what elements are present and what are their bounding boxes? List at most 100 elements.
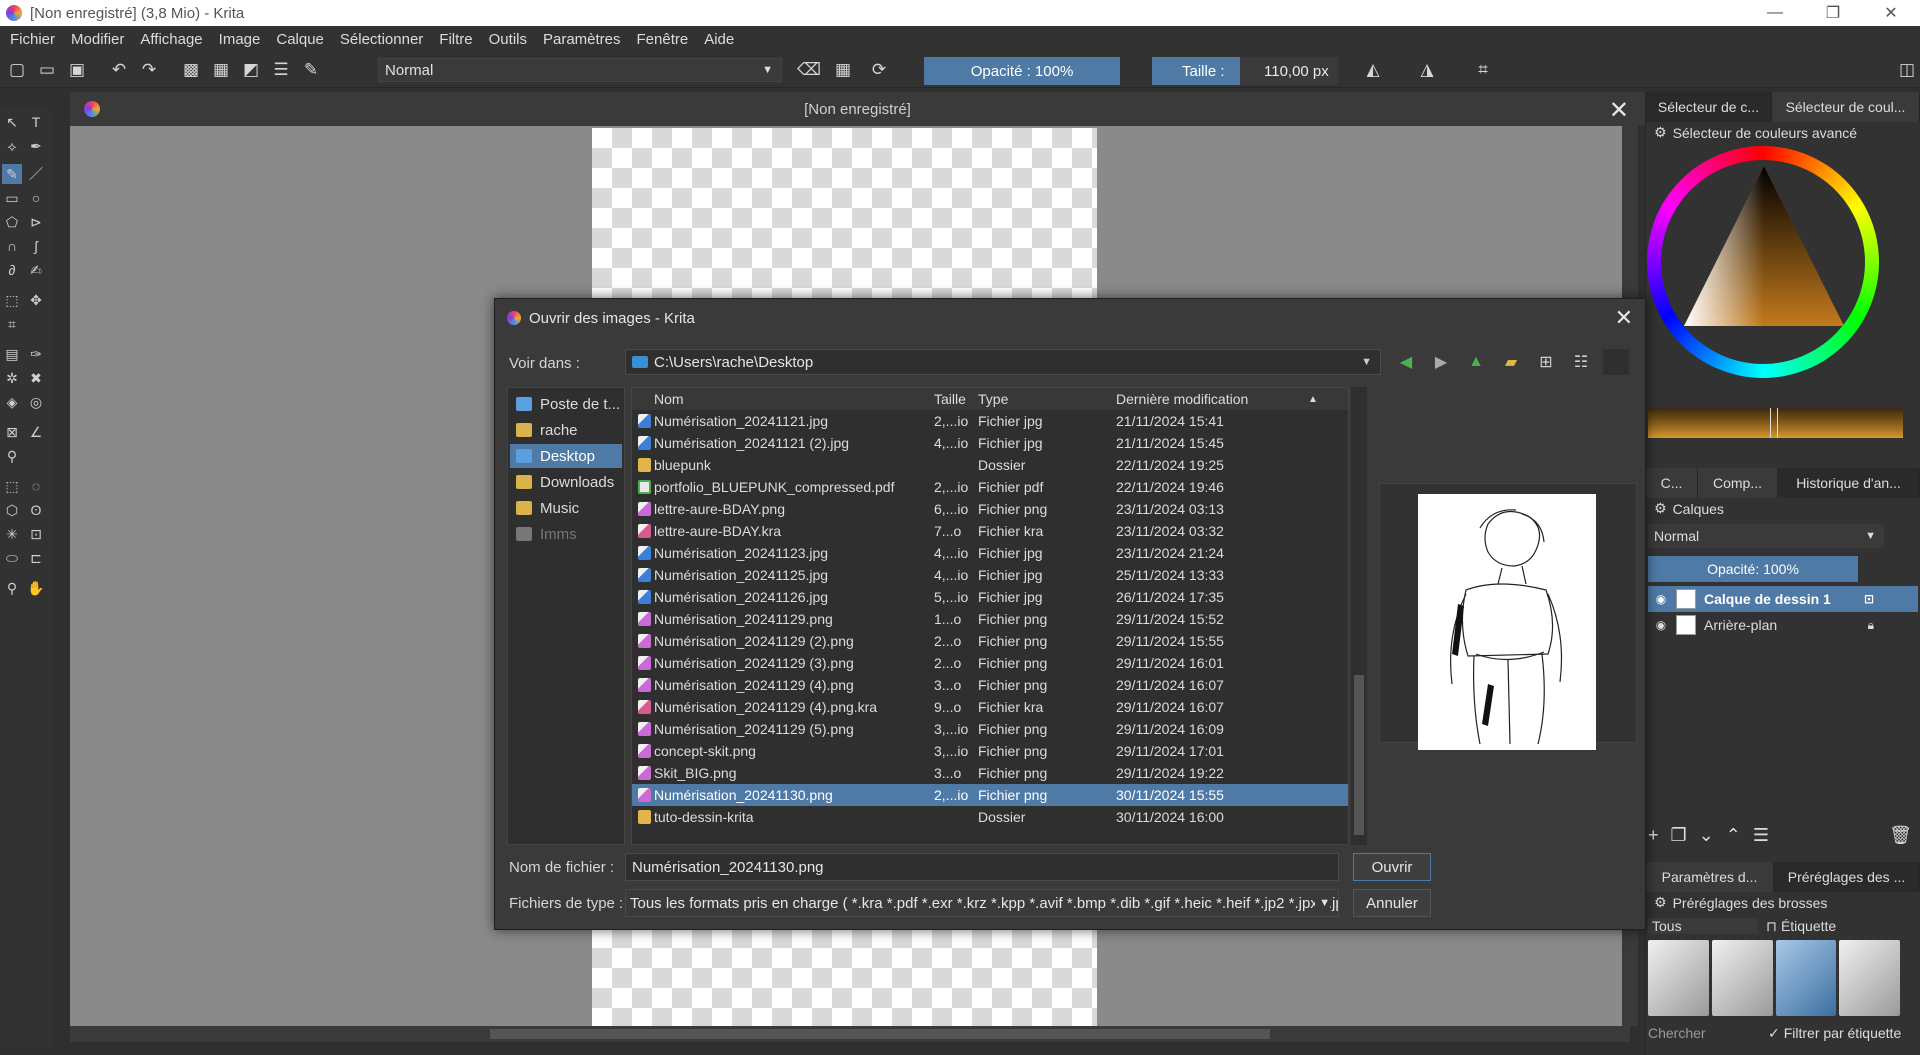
menu-outils[interactable]: Outils: [489, 31, 527, 48]
parent-folder-icon[interactable]: ▲: [1463, 349, 1489, 375]
enclose-fill-icon[interactable]: ◎: [26, 392, 46, 412]
blend-mode-select[interactable]: Normal ▼: [378, 58, 782, 82]
file-row[interactable]: bluepunk Dossier 22/11/2024 19:25: [632, 454, 1348, 476]
file-row[interactable]: Numérisation_20241121 (2).jpg 4,...io Fich…: [632, 432, 1348, 454]
freehand-brush-icon[interactable]: ✎: [2, 164, 22, 184]
menu-modifier[interactable]: Modifier: [71, 31, 124, 48]
menu-calque[interactable]: Calque: [276, 31, 324, 48]
bezier-select-icon[interactable]: ⬭: [2, 548, 22, 568]
layer-properties-icon[interactable]: ☰: [1753, 825, 1769, 846]
wrap-around-icon[interactable]: ⌗: [1470, 57, 1496, 83]
tab-brush-presets[interactable]: Préréglages des ...: [1774, 862, 1920, 892]
text-tool-icon[interactable]: T: [26, 112, 46, 132]
add-layer-icon[interactable]: +: [1648, 825, 1659, 846]
gear-icon[interactable]: ⚙: [1654, 894, 1667, 911]
menu-selectionner[interactable]: Sélectionner: [340, 31, 423, 48]
menu-parametres[interactable]: Paramètres: [543, 31, 621, 48]
cancel-button[interactable]: Annuler: [1353, 889, 1431, 917]
place-desktop[interactable]: Desktop: [510, 444, 622, 468]
file-list-scrollbar[interactable]: [1351, 387, 1367, 845]
polygon-select-icon[interactable]: ⬡: [2, 500, 22, 520]
mirror-horizontal-icon[interactable]: ◭: [1360, 57, 1386, 83]
gradient-icon[interactable]: ▩: [178, 57, 204, 83]
dynamic-brush-icon[interactable]: ∂: [2, 260, 22, 280]
document-tab[interactable]: [Non enregistré] ✕: [70, 92, 1645, 126]
brush-tag-select[interactable]: Étiquette: [1781, 918, 1836, 934]
similar-select-icon[interactable]: ⊡: [26, 524, 46, 544]
save-icon[interactable]: ▣: [64, 57, 90, 83]
undo-icon[interactable]: ↶: [106, 57, 132, 83]
smart-patch-icon[interactable]: ✖: [26, 368, 46, 388]
file-row[interactable]: Numérisation_20241129 (4).png.kra 9...o Fi…: [632, 696, 1348, 718]
brush-preset-icon[interactable]: ✎: [298, 57, 324, 83]
reference-tool-icon[interactable]: ⚲: [2, 446, 22, 466]
select-shapes-icon[interactable]: ↖: [2, 112, 22, 132]
move-layer-up-icon[interactable]: ⌃: [1726, 825, 1741, 846]
new-document-icon[interactable]: ▢: [4, 57, 30, 83]
pattern-icon[interactable]: ▦: [208, 57, 234, 83]
file-row[interactable]: tuto-dessin-krita Dossier 30/11/2024 16:00: [632, 806, 1348, 828]
brush-preset-item[interactable]: [1775, 940, 1837, 1016]
forward-arrow-icon[interactable]: ▶: [1428, 349, 1454, 375]
brush-settings-icon[interactable]: ☰: [268, 57, 294, 83]
filename-input[interactable]: [625, 853, 1339, 881]
docker-layout-icon[interactable]: ◫: [1894, 57, 1920, 83]
polygon-tool-icon[interactable]: ⬠: [2, 212, 22, 232]
place-music[interactable]: Music: [510, 496, 622, 520]
scrollbar-thumb[interactable]: [1354, 675, 1364, 835]
place-rache[interactable]: rache: [510, 418, 622, 442]
file-row[interactable]: Numérisation_20241129 (5).png 3,...io Fich…: [632, 718, 1348, 740]
file-row[interactable]: Numérisation_20241126.jpg 5,...io Fichier …: [632, 586, 1348, 608]
layer-name[interactable]: Arrière-plan: [1704, 617, 1777, 633]
detail-view-icon[interactable]: ☷: [1568, 349, 1594, 375]
menu-affichage[interactable]: Affichage: [140, 31, 202, 48]
brush-search-input[interactable]: Chercher: [1648, 1025, 1768, 1041]
move-tool-icon[interactable]: ✥: [26, 290, 46, 310]
brush-preset-item[interactable]: [1711, 940, 1773, 1016]
lock-icon[interactable]: ⊡: [1864, 592, 1874, 606]
lock-icon[interactable]: 🔒︎: [1868, 618, 1874, 633]
layer-row[interactable]: ◉ Arrière-plan 🔒︎: [1648, 612, 1918, 638]
eraser-icon[interactable]: ⌫: [796, 57, 822, 83]
place-computer[interactable]: Poste de t...: [510, 392, 622, 416]
alpha-lock-icon[interactable]: ▦: [830, 57, 856, 83]
freehand-path-icon[interactable]: ʃ: [26, 236, 46, 256]
contiguous-select-icon[interactable]: ✳: [2, 524, 22, 544]
color-history-strip[interactable]: [1648, 408, 1903, 438]
tab-brush-settings[interactable]: Paramètres d...: [1646, 862, 1774, 892]
file-row[interactable]: lettre-aure-BDAY.png 6,...io Fichier png 23…: [632, 498, 1348, 520]
file-row[interactable]: Numérisation_20241129 (3).png 2...o Fichie…: [632, 652, 1348, 674]
brush-preset-item[interactable]: [1648, 940, 1709, 1016]
file-row[interactable]: Numérisation_20241121.jpg 2,...io Fichier …: [632, 410, 1348, 432]
close-window-icon[interactable]: ✕: [1862, 0, 1920, 26]
eye-icon[interactable]: ◉: [1652, 618, 1670, 632]
fill-tool-icon[interactable]: ◈: [2, 392, 22, 412]
file-row[interactable]: portfolio_BLUEPUNK_compressed.pdf 2,...io…: [632, 476, 1348, 498]
assistant-tool-icon[interactable]: ⊠: [2, 422, 22, 442]
column-modified[interactable]: Dernière modification: [1116, 391, 1248, 407]
fg-bg-color-icon[interactable]: ◩: [238, 57, 264, 83]
zoom-tool-icon[interactable]: ⚲: [2, 578, 22, 598]
brush-preset-item[interactable]: [1839, 940, 1900, 1016]
layer-name[interactable]: Calque de dessin 1: [1704, 591, 1831, 607]
ellipse-tool-icon[interactable]: ○: [26, 188, 46, 208]
close-document-icon[interactable]: ✕: [1609, 96, 1629, 125]
file-row[interactable]: Numérisation_20241125.jpg 4,...io Fichier …: [632, 564, 1348, 586]
canvas-horizontal-scrollbar[interactable]: [70, 1026, 1630, 1042]
file-row[interactable]: concept-skit.png 3,...io Fichier png 29/11/…: [632, 740, 1348, 762]
open-document-icon[interactable]: ▭: [34, 57, 60, 83]
file-row[interactable]: Numérisation_20241129.png 1...o Fichier pn…: [632, 608, 1348, 630]
layer-blend-mode-select[interactable]: Normal ▼: [1648, 524, 1884, 548]
tab-color-selector-2[interactable]: Sélecteur de coul...: [1772, 92, 1920, 122]
place-imms[interactable]: Imms: [510, 522, 622, 546]
back-arrow-icon[interactable]: ◀: [1393, 349, 1419, 375]
close-dialog-icon[interactable]: ✕: [1615, 305, 1633, 331]
colorize-mask-icon[interactable]: ✲: [2, 368, 22, 388]
gear-icon[interactable]: ⚙: [1654, 500, 1667, 517]
gear-icon[interactable]: ⚙: [1654, 124, 1667, 141]
mirror-vertical-icon[interactable]: ◮: [1414, 57, 1440, 83]
measure-tool-icon[interactable]: ∠: [26, 422, 46, 442]
multibrush-icon[interactable]: ✍: [26, 260, 46, 280]
crop-tool-icon[interactable]: ⌗: [2, 314, 22, 334]
file-row[interactable]: Numérisation_20241129 (4).png 3...o Fichie…: [632, 674, 1348, 696]
